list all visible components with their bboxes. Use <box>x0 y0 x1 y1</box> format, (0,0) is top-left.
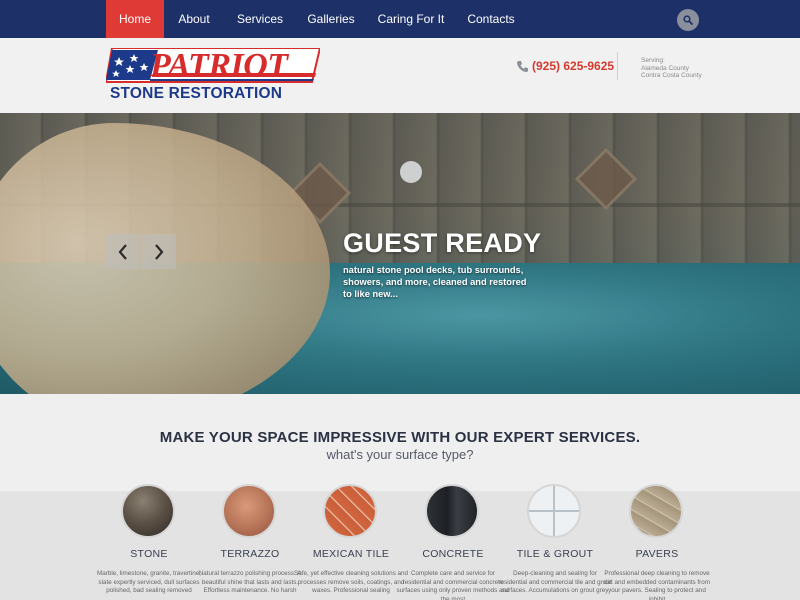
services-subheading: what's your surface type? <box>326 447 474 462</box>
service-description: Safe, yet effective cleaning solutions a… <box>294 570 409 595</box>
service-description: Natural terrazzo polishing process. A be… <box>198 570 302 595</box>
service-pavers-image[interactable] <box>629 484 683 538</box>
nav-home[interactable]: Home <box>106 0 164 38</box>
service-description: Professional deep cleaning to remove dir… <box>603 570 711 600</box>
hero-pool-light <box>400 161 422 183</box>
logo-subtitle: STONE RESTORATION <box>110 85 283 102</box>
search-button[interactable] <box>677 9 699 31</box>
nav-galleries[interactable]: Galleries <box>303 0 359 38</box>
chevron-left-icon <box>118 243 127 260</box>
phone-number[interactable]: (925) 625-9625 <box>532 59 614 73</box>
service-area: Serving: Alameda County Contra Costa Cou… <box>641 57 702 80</box>
header-divider <box>617 52 618 80</box>
nav-caring-for-it[interactable]: Caring For It <box>376 0 446 38</box>
hero-title: GUEST READY <box>343 228 542 258</box>
service-mexican-tile-image[interactable] <box>323 484 377 538</box>
service-terrazzo-image[interactable] <box>222 484 276 538</box>
search-icon <box>683 15 693 25</box>
slider-prev-button[interactable] <box>105 234 140 269</box>
phone-contact[interactable]: (925) 625-9625 <box>516 59 614 73</box>
slider-next-button[interactable] <box>141 234 176 269</box>
logo-wordmark: PATRIOT <box>150 47 288 84</box>
service-description: Deep-cleaning and sealing for residentia… <box>498 570 612 595</box>
site-header: PATRIOT STONE RESTORATION (925) 625-9625… <box>0 38 800 113</box>
phone-icon <box>517 60 528 72</box>
serving-label: Serving: <box>641 57 665 64</box>
service-name[interactable]: PAVERS <box>596 548 718 560</box>
serving-area-2: Contra Costa County <box>641 72 702 79</box>
hero-slider: GUEST READY natural stone pool decks, tu… <box>0 113 800 394</box>
service-description: Complete care and service for residentia… <box>396 570 510 600</box>
nav-services[interactable]: Services <box>232 0 288 38</box>
service-concrete-image[interactable] <box>425 484 479 538</box>
services-heading: MAKE YOUR SPACE IMPRESSIVE WITH OUR EXPE… <box>159 429 641 446</box>
patriot-logo[interactable]: PATRIOT STONE RESTORATION <box>106 48 320 104</box>
nav-about[interactable]: About <box>168 0 220 38</box>
service-stone-image[interactable] <box>121 484 175 538</box>
hero-description: natural stone pool decks, tub surrounds,… <box>343 265 527 299</box>
top-navigation: Home About Services Galleries Caring For… <box>0 0 800 38</box>
serving-area-1: Alameda County <box>641 64 690 72</box>
services-section: MAKE YOUR SPACE IMPRESSIVE WITH OUR EXPE… <box>0 394 800 600</box>
service-description: Marble, limestone, granite, travertine, … <box>97 570 201 595</box>
nav-contacts[interactable]: Contacts <box>462 0 520 38</box>
slider-controls <box>105 234 176 269</box>
service-tile-grout-image[interactable] <box>527 484 581 538</box>
chevron-right-icon <box>154 243 163 260</box>
